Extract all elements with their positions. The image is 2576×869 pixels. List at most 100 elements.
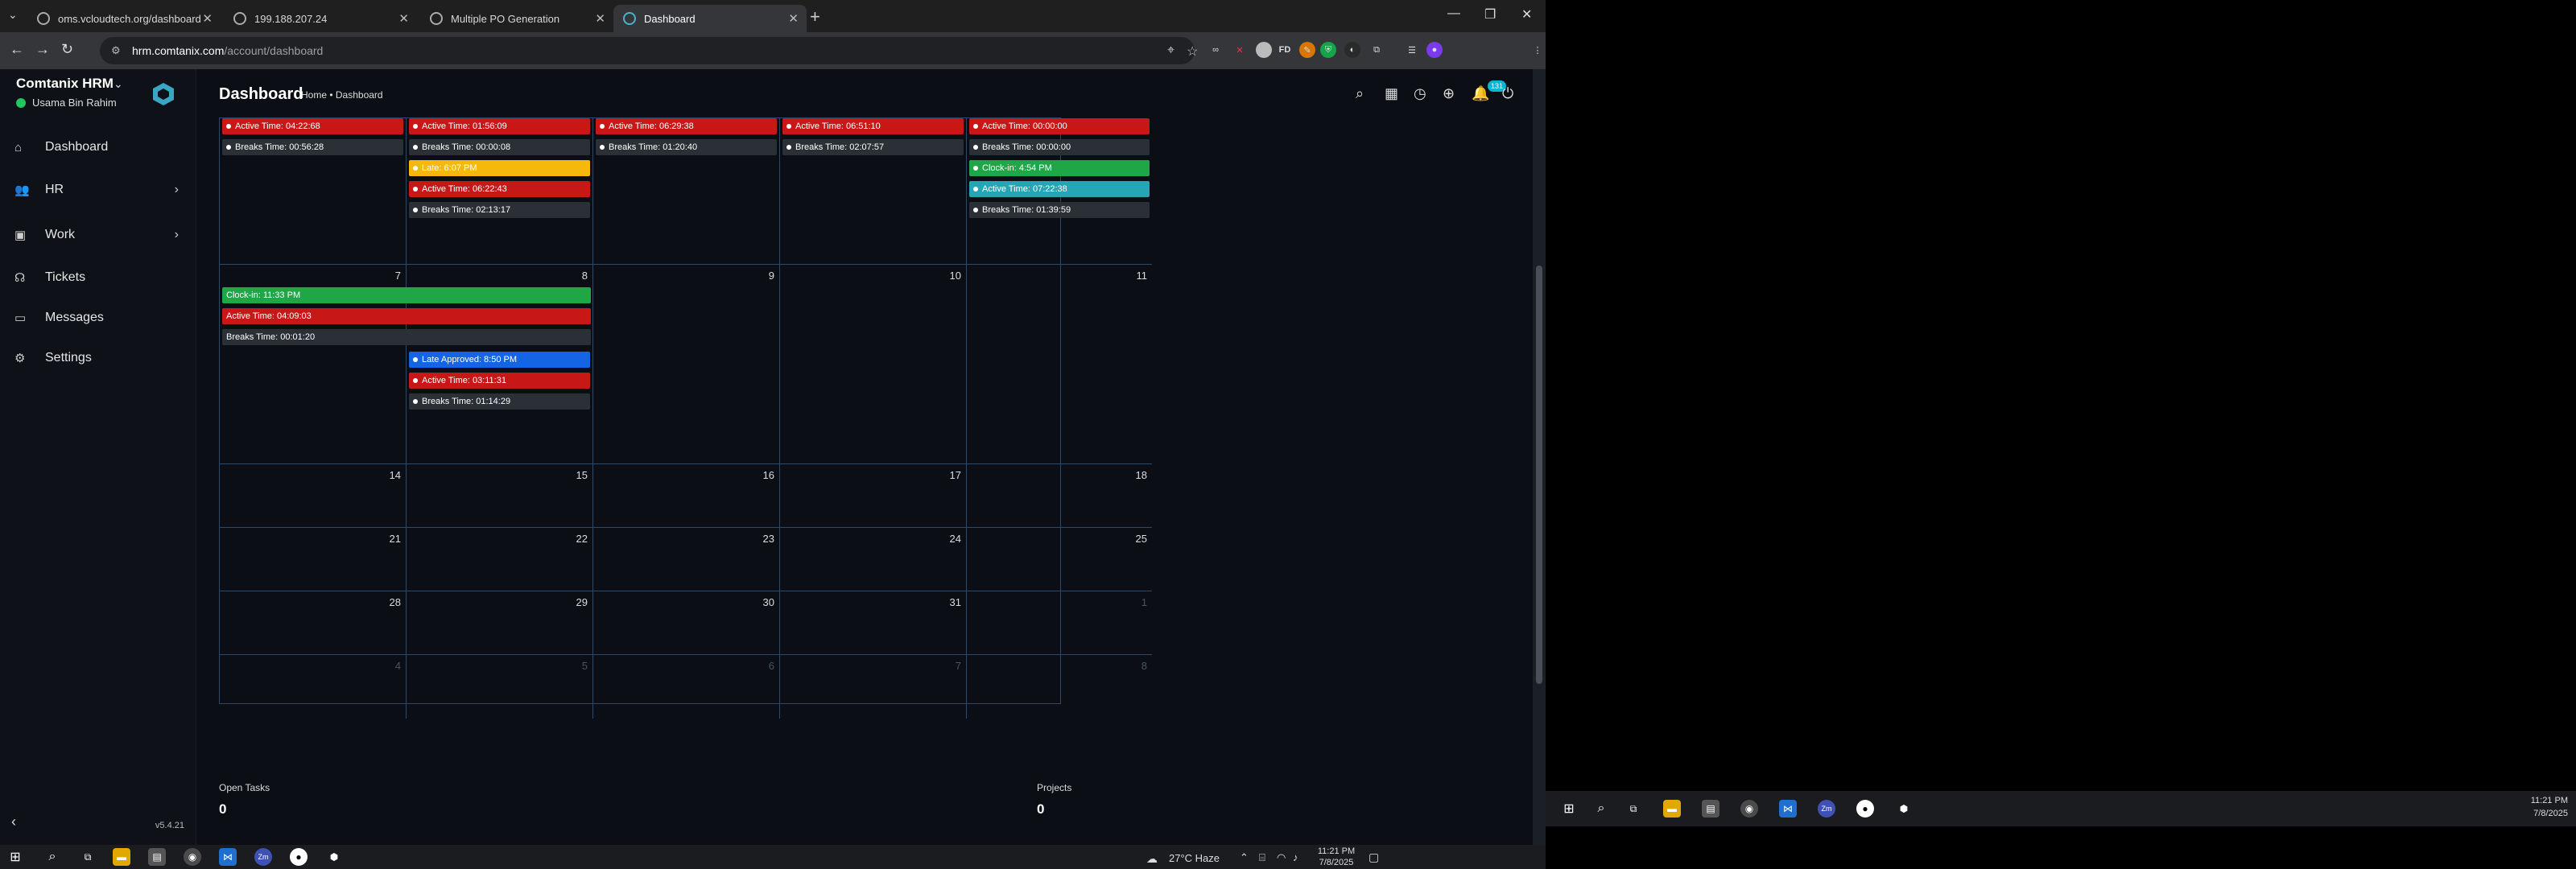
- search-icon[interactable]: ⌕: [1592, 800, 1610, 818]
- calendar-day-cell[interactable]: 24: [780, 528, 967, 591]
- calendar-event[interactable]: Active Time: 07:22:38: [969, 181, 1150, 197]
- browser-tab-active[interactable]: Dashboard ✕: [613, 5, 807, 32]
- clock-time[interactable]: 11:21 PM: [2512, 796, 2568, 805]
- search-icon[interactable]: ⌕: [43, 848, 61, 866]
- new-tab-icon[interactable]: +: [810, 6, 820, 27]
- store-icon[interactable]: ▤: [148, 848, 166, 866]
- address-bar[interactable]: ⚙ hrm.comtanix.com/account/dashboard ⌖ ☆: [100, 37, 1198, 64]
- calendar-event[interactable]: Active Time: 00:00:00: [969, 118, 1150, 134]
- volume-icon[interactable]: ♪: [1293, 851, 1298, 863]
- calendar-day-cell[interactable]: 17: [780, 464, 967, 528]
- clock-date[interactable]: 7/8/2025: [1314, 858, 1359, 867]
- chevron-down-icon[interactable]: ⌄: [114, 77, 123, 91]
- calendar-day-cell[interactable]: 15: [407, 464, 593, 528]
- power-icon[interactable]: ⏻: [1502, 85, 1513, 102]
- hrm-app-icon[interactable]: ⬢: [1895, 800, 1913, 818]
- calendar-day-number[interactable]: 7: [956, 660, 961, 672]
- calendar-event[interactable]: Breaks Time: 00:56:28: [222, 139, 403, 155]
- calendar-day-number[interactable]: 14: [390, 469, 401, 481]
- app-circle-icon[interactable]: ●: [290, 848, 308, 866]
- media-control-icon[interactable]: ☰: [1404, 42, 1420, 58]
- extensions-puzzle-icon[interactable]: ⧉: [1368, 42, 1385, 58]
- projects-value[interactable]: 0: [1037, 801, 1044, 818]
- calendar-day-cell[interactable]: Active Time: 06:29:38 Breaks Time: 01:20:…: [593, 118, 780, 265]
- calendar-day-number[interactable]: 10: [950, 270, 961, 282]
- calendar-day-cell[interactable]: Active Time: 00:00:00 Breaks Time: 00:00:…: [967, 118, 1152, 265]
- task-view-icon[interactable]: ⧉: [79, 848, 97, 866]
- calendar-day-cell[interactable]: 25: [967, 528, 1152, 591]
- weather-icon[interactable]: ☁: [1146, 852, 1158, 866]
- close-icon[interactable]: ✕: [202, 11, 213, 26]
- page-scrollbar[interactable]: [1533, 69, 1546, 845]
- store-icon[interactable]: ▤: [1702, 800, 1719, 818]
- calendar-day-number[interactable]: 25: [1136, 533, 1147, 545]
- calendar-event[interactable]: Breaks Time: 00:00:00: [969, 139, 1150, 155]
- tray-chevron-icon[interactable]: ⌃: [1240, 851, 1249, 864]
- calendar-day-number[interactable]: 5: [582, 660, 588, 672]
- calendar-day-cell[interactable]: 30: [593, 591, 780, 655]
- calendar-day-number[interactable]: 17: [950, 469, 961, 481]
- calendar-event[interactable]: Breaks Time: 00:00:08: [409, 139, 590, 155]
- calendar-event-multiday[interactable]: Active Time: 04:09:03: [222, 308, 591, 324]
- forward-icon[interactable]: →: [35, 41, 50, 58]
- calendar-event[interactable]: Active Time: 04:22:68: [222, 118, 403, 134]
- calendar-day-cell[interactable]: 7: [780, 655, 967, 719]
- back-icon[interactable]: ←: [10, 41, 24, 58]
- calendar-day-cell[interactable]: 6: [593, 655, 780, 719]
- calendar-day-cell[interactable]: 9: [593, 265, 780, 464]
- calendar-day-number[interactable]: 30: [763, 596, 774, 608]
- minimize-icon[interactable]: —: [1447, 6, 1460, 21]
- calendar-event-multiday[interactable]: Clock-in: 11:33 PM: [222, 287, 591, 303]
- calendar-day-number[interactable]: 29: [576, 596, 588, 608]
- bookmark-star-icon[interactable]: ☆: [1187, 43, 1198, 60]
- wifi-icon[interactable]: ◠: [1277, 851, 1286, 864]
- calendar-event[interactable]: Breaks Time: 01:20:40: [596, 139, 777, 155]
- extension-glasses-icon[interactable]: ∞: [1208, 42, 1224, 58]
- site-info-icon[interactable]: ⚙: [111, 44, 121, 57]
- chrome-icon[interactable]: ◉: [184, 848, 201, 866]
- calendar-day-cell[interactable]: 29: [407, 591, 593, 655]
- calendar-day-cell[interactable]: 8: [967, 655, 1152, 719]
- hrm-app-icon[interactable]: ⬢: [325, 848, 343, 866]
- sidebar-item-settings[interactable]: ⚙ Settings: [0, 338, 196, 378]
- tab-search-icon[interactable]: ⌄: [8, 8, 18, 22]
- calendar-day-cell[interactable]: Active Time: 04:22:68 Breaks Time: 00:56:…: [220, 118, 407, 265]
- calendar-day-cell[interactable]: 10: [780, 265, 967, 464]
- sidebar-item-work[interactable]: ▣ Work ›: [0, 212, 196, 257]
- location-icon[interactable]: ⌖: [1167, 43, 1174, 58]
- calendar-day-cell[interactable]: 31: [780, 591, 967, 655]
- windows-start-icon[interactable]: ⊞: [1560, 800, 1578, 818]
- calendar-event-multiday[interactable]: Breaks Time: 00:01:20: [222, 329, 591, 345]
- calendar-event[interactable]: Breaks Time: 01:14:29: [409, 393, 590, 410]
- calendar-day-number[interactable]: 8: [1141, 660, 1147, 672]
- calendar-day-number[interactable]: 4: [395, 660, 401, 672]
- calendar-day-cell[interactable]: 22: [407, 528, 593, 591]
- calendar-event[interactable]: Active Time: 01:56:09: [409, 118, 590, 134]
- windows-start-icon[interactable]: ⊞: [6, 848, 24, 866]
- calendar-day-cell[interactable]: 28: [220, 591, 407, 655]
- calendar-event[interactable]: Active Time: 06:22:43: [409, 181, 590, 197]
- clock-date[interactable]: 7/8/2025: [2512, 809, 2568, 818]
- brand-name[interactable]: Comtanix HRM: [16, 76, 114, 92]
- calendar-day-cell[interactable]: 4: [220, 655, 407, 719]
- chrome-icon[interactable]: ◉: [1740, 800, 1758, 818]
- close-icon[interactable]: ✕: [788, 11, 799, 26]
- calendar-event[interactable]: Late Approved: 8:50 PM: [409, 352, 590, 368]
- browser-menu-icon[interactable]: ⋮: [1530, 42, 1546, 58]
- calendar-day-cell[interactable]: 11: [967, 265, 1152, 464]
- calendar-day-number[interactable]: 11: [1137, 270, 1148, 282]
- calendar-day-cell[interactable]: 5: [407, 655, 593, 719]
- calendar-event[interactable]: Breaks Time: 02:13:17: [409, 202, 590, 218]
- calendar-icon[interactable]: ▦: [1385, 85, 1398, 102]
- extension-fd-icon[interactable]: FD: [1277, 42, 1293, 58]
- calendar-day-cell[interactable]: Active Time: 01:56:09 Breaks Time: 00:00:…: [407, 118, 593, 265]
- calendar-event[interactable]: Breaks Time: 02:07:57: [782, 139, 964, 155]
- collapse-sidebar-icon[interactable]: ‹: [11, 813, 16, 830]
- extension-x-icon[interactable]: ✕: [1232, 42, 1248, 58]
- search-icon[interactable]: ⌕: [1356, 85, 1364, 102]
- calendar-day-number[interactable]: 23: [763, 533, 774, 545]
- browser-tab[interactable]: Multiple PO Generation ✕: [420, 5, 613, 32]
- browser-tab[interactable]: oms.vcloudtech.org/dashboard ✕: [27, 5, 221, 32]
- scrollbar-thumb[interactable]: [1536, 266, 1542, 684]
- calendar-day-number[interactable]: 18: [1136, 469, 1147, 481]
